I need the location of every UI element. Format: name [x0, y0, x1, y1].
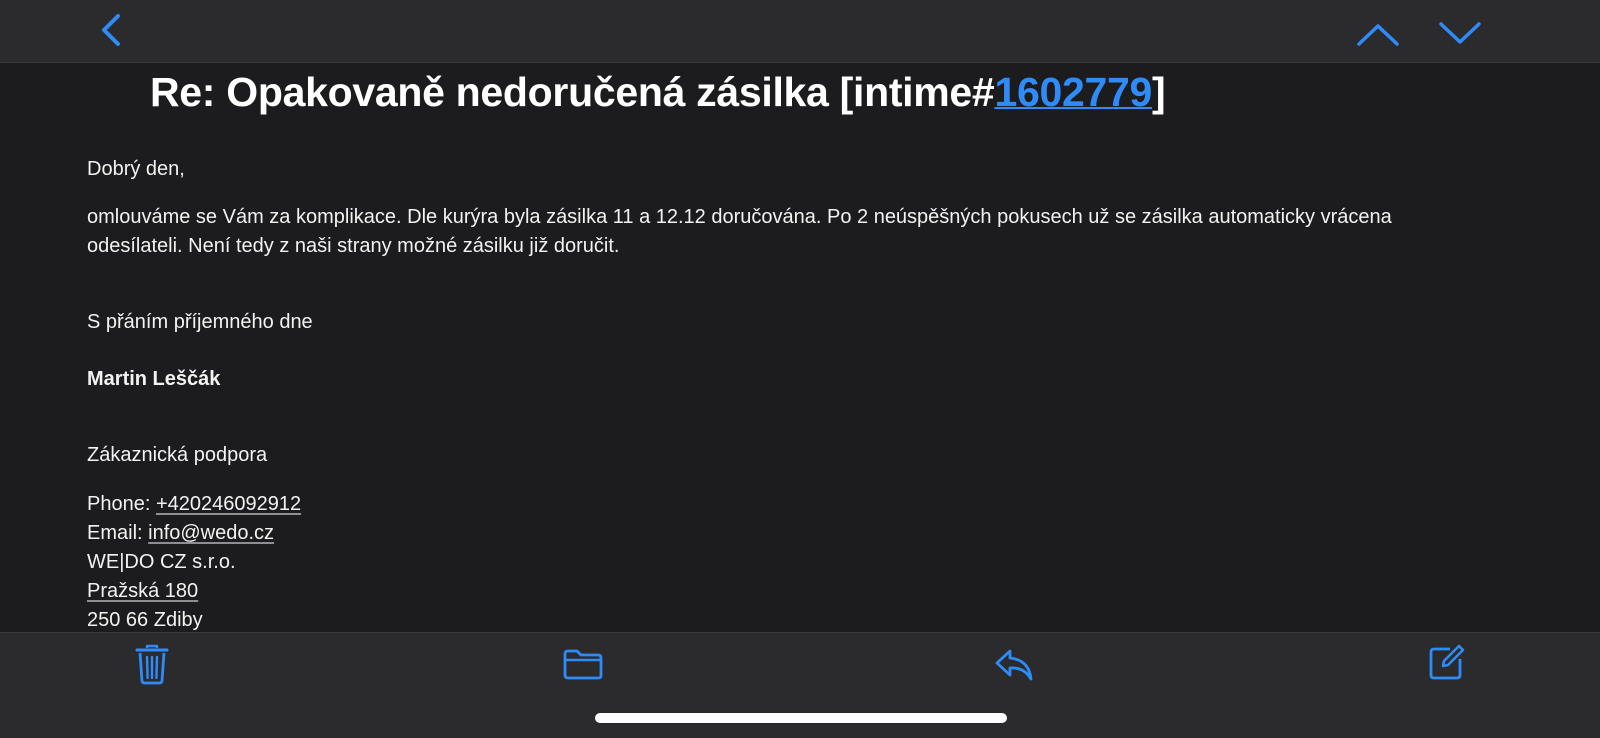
greeting: Dobrý den, [87, 158, 185, 180]
phone-line: Phone: +420246092912 [87, 490, 1527, 519]
ticket-link[interactable]: 1602779 [994, 69, 1152, 115]
paragraph-line: omlouváme se Vám za komplikace. Dle kurý… [87, 206, 1392, 228]
top-navigation-bar [0, 0, 1600, 63]
move-to-folder-button[interactable] [562, 647, 604, 681]
compose-icon [1429, 644, 1465, 680]
bottom-toolbar [0, 632, 1600, 738]
compose-button[interactable] [1428, 643, 1466, 681]
closing: S přáním příjemného dne [87, 311, 313, 333]
subject-suffix: ] [1151, 69, 1166, 115]
email-label: Email: [87, 522, 149, 544]
trash-button[interactable] [134, 643, 170, 685]
next-message-button[interactable] [1438, 18, 1482, 50]
email-link[interactable]: info@wedo.cz [148, 522, 274, 544]
message-content[interactable]: Re: Opakovaně nedoručená zásilka [intime… [0, 64, 1600, 632]
email-subject: Re: Opakovaně nedoručená zásilka [intime… [150, 66, 1550, 118]
signature-name: Martin Leščák [87, 368, 221, 390]
chevron-down-icon [1439, 22, 1481, 44]
trash-icon [135, 644, 169, 685]
back-button[interactable] [98, 12, 128, 48]
city-line: 250 66 Zdiby [87, 609, 203, 631]
company-name: WE|DO CZ s.r.o. [87, 551, 236, 573]
phone-link[interactable]: +420246092912 [156, 493, 301, 515]
folder-icon [563, 649, 603, 680]
phone-label: Phone: [87, 493, 156, 515]
contact-block: Phone: +420246092912 Email: info@wedo.cz… [87, 490, 1527, 632]
home-indicator[interactable] [595, 713, 1007, 723]
reply-button[interactable] [994, 647, 1034, 683]
reply-icon [995, 649, 1033, 681]
message-paragraph: omlouváme se Vám za komplikace. Dle kurý… [87, 203, 1527, 261]
department: Zákaznická podpora [87, 444, 268, 466]
chevron-left-icon [102, 14, 120, 46]
chevron-up-icon [1357, 24, 1399, 46]
street-link[interactable]: Pražská 180 [87, 580, 198, 602]
previous-message-button[interactable] [1356, 18, 1400, 50]
email-line: Email: info@wedo.cz [87, 519, 1527, 548]
paragraph-line: odesílateli. Není tedy z naši strany mož… [87, 235, 620, 257]
subject-text: Re: Opakovaně nedoručená zásilka [intime… [150, 69, 995, 115]
